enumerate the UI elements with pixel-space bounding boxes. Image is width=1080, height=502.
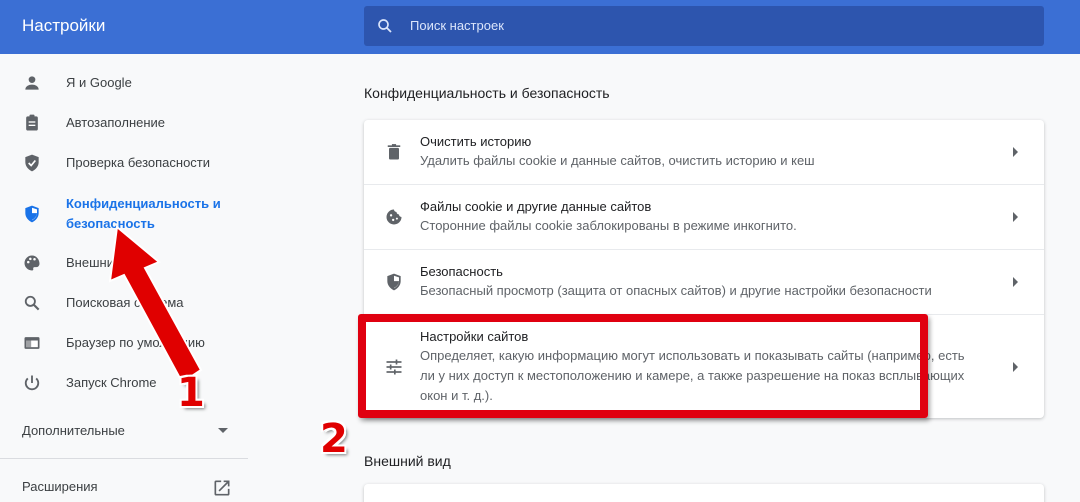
person-icon [25, 76, 39, 90]
search-icon [24, 295, 40, 311]
sidebar-item-default-browser[interactable]: Браузер по умолчанию [0, 322, 248, 362]
search-input[interactable]: Поиск настроек [364, 6, 1044, 46]
row-description: Безопасный просмотр (защита от опасных с… [420, 283, 932, 298]
row-description: Определяет, какую информацию могут испол… [420, 348, 965, 403]
extensions-link[interactable]: Расширения [22, 478, 232, 498]
row-title: Очистить историю [420, 134, 532, 149]
sidebar-item-appearance[interactable]: Внешний вид [0, 242, 248, 282]
privacy-shield-icon [25, 205, 39, 223]
arrow-right-icon [1013, 147, 1018, 157]
search-placeholder: Поиск настроек [410, 18, 504, 33]
sidebar-item-label: Браузер по умолчанию [66, 335, 205, 350]
appearance-card [364, 484, 1044, 502]
advanced-label: Дополнительные [22, 423, 125, 438]
row-clear-history[interactable]: Очистить историю Удалить файлы cookie и … [364, 120, 1044, 184]
trash-icon [387, 144, 401, 160]
search-icon [378, 19, 392, 33]
row-site-settings[interactable]: Настройки сайтов Определяет, какую инфор… [364, 315, 1044, 418]
arrow-right-icon [1013, 212, 1018, 222]
sidebar: Я и Google Автозаполнение Проверка безоп… [0, 54, 248, 502]
chevron-down-icon [218, 428, 228, 433]
sidebar-item-label: Внешний вид [66, 255, 147, 270]
app-title: Настройки [22, 16, 106, 35]
arrow-right-icon [1013, 362, 1018, 372]
sidebar-item-search-engine[interactable]: Поисковая система [0, 282, 248, 322]
clipboard-icon [26, 114, 38, 131]
open-in-new-icon [214, 480, 230, 496]
privacy-card: Очистить историю Удалить файлы cookie и … [364, 120, 1044, 418]
sidebar-item-label: Я и Google [66, 75, 132, 90]
row-title: Файлы cookie и другие данные сайтов [420, 199, 652, 214]
sidebar-item-autofill[interactable]: Автозаполнение [0, 102, 248, 142]
tune-icon [386, 359, 402, 375]
advanced-toggle[interactable]: Дополнительные [22, 422, 232, 442]
row-description: Удалить файлы cookie и данные сайтов, оч… [420, 153, 815, 168]
section-title-privacy: Конфиденциальность и безопасность [364, 85, 610, 101]
power-icon [24, 375, 40, 391]
cookie-icon [386, 209, 402, 225]
arrow-right-icon [1013, 277, 1018, 287]
sidebar-item-on-startup[interactable]: Запуск Chrome [0, 362, 248, 402]
step-number-2: 2 [320, 416, 348, 462]
top-bar: Настройки Поиск настроек [0, 0, 1080, 54]
section-title-appearance: Внешний вид [364, 453, 451, 469]
extensions-label: Расширения [22, 479, 98, 494]
sidebar-item-you-and-google[interactable]: Я и Google [0, 62, 248, 102]
palette-icon [24, 255, 40, 271]
row-description: Сторонние файлы cookie заблокированы в р… [420, 218, 797, 233]
security-shield-icon [387, 273, 401, 291]
sidebar-divider [0, 458, 248, 459]
row-title: Настройки сайтов [420, 329, 529, 344]
browser-icon [24, 337, 40, 349]
row-security[interactable]: Безопасность Безопасный просмотр (защита… [364, 250, 1044, 314]
sidebar-item-label: Запуск Chrome [66, 375, 157, 390]
sidebar-item-label: Конфиденциальность и безопасность [66, 196, 221, 231]
sidebar-item-privacy[interactable]: Конфиденциальность и безопасность [0, 190, 248, 238]
shield-check-icon [25, 154, 39, 172]
sidebar-item-label: Проверка безопасности [66, 155, 211, 170]
sidebar-item-label: Автозаполнение [66, 115, 166, 130]
row-title: Безопасность [420, 264, 503, 279]
sidebar-item-label: Поисковая система [66, 295, 184, 310]
sidebar-item-safety-check[interactable]: Проверка безопасности [0, 142, 248, 182]
row-cookies[interactable]: Файлы cookie и другие данные сайтов Стор… [364, 185, 1044, 249]
